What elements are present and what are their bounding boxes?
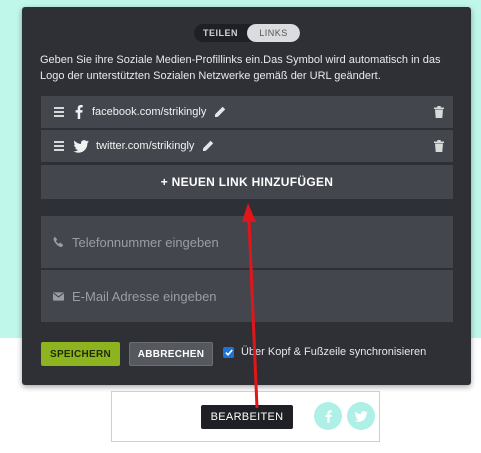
- envelope-icon: [51, 291, 65, 301]
- tab-share[interactable]: TEILEN: [194, 24, 247, 42]
- drag-handle-icon[interactable]: [54, 107, 64, 117]
- save-button[interactable]: SPEICHERN: [41, 342, 120, 366]
- link-url[interactable]: facebook.com/strikingly: [92, 106, 206, 118]
- link-row-twitter: twitter.com/strikingly: [41, 130, 453, 162]
- add-new-link-button[interactable]: + NEUEN LINK HINZUFÜGEN: [41, 164, 453, 199]
- sync-header-footer-option[interactable]: Über Kopf & Fußzeile synchronisieren: [223, 346, 426, 358]
- sync-label: Über Kopf & Fußzeile synchronisieren: [241, 346, 427, 358]
- tab-links[interactable]: LINKS: [247, 24, 300, 42]
- email-placeholder: E-Mail Adresse eingeben: [72, 288, 217, 304]
- social-links-editor-panel: TEILEN LINKS Geben Sie ihre Soziale Medi…: [22, 7, 471, 385]
- edit-pencil-icon[interactable]: [214, 106, 226, 118]
- phone-placeholder: Telefonnummer eingeben: [72, 234, 219, 250]
- trash-icon[interactable]: [434, 140, 444, 152]
- instructions-text: Geben Sie ihre Soziale Medien-Profillink…: [40, 54, 441, 82]
- phone-icon: [51, 236, 65, 248]
- trash-icon[interactable]: [434, 106, 444, 118]
- edit-pencil-icon[interactable]: [202, 140, 214, 152]
- email-field[interactable]: E-Mail Adresse eingeben: [41, 270, 453, 322]
- phone-field[interactable]: Telefonnummer eingeben: [41, 216, 453, 268]
- edit-button[interactable]: BEARBEITEN: [201, 405, 293, 429]
- drag-handle-icon[interactable]: [54, 141, 64, 151]
- cancel-button[interactable]: ABBRECHEN: [129, 342, 213, 366]
- facebook-icon[interactable]: [314, 402, 342, 430]
- facebook-icon: [72, 105, 86, 119]
- sync-checkbox[interactable]: [223, 346, 234, 358]
- share-links-toggle: TEILEN LINKS: [194, 24, 300, 42]
- link-row-facebook: facebook.com/strikingly: [41, 96, 453, 128]
- twitter-icon: [72, 139, 90, 153]
- social-preview-block: BEARBEITEN: [111, 391, 380, 442]
- twitter-icon[interactable]: [347, 402, 375, 430]
- link-url[interactable]: twitter.com/strikingly: [96, 140, 194, 152]
